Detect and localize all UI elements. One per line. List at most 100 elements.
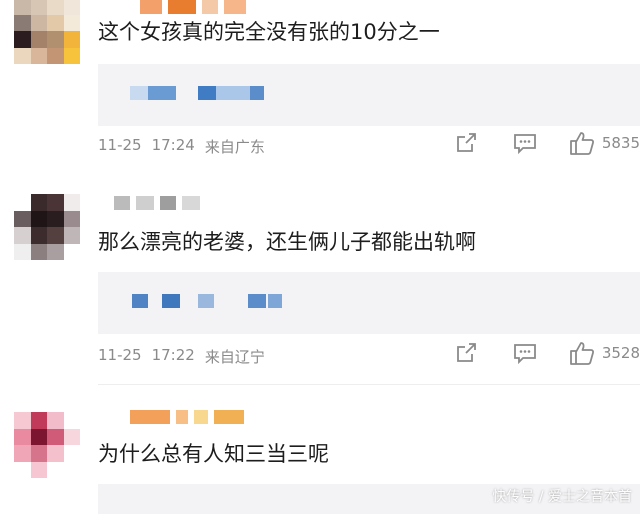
- watermark: 快传号 / 爱士之音本首: [492, 489, 632, 505]
- comment-meta: 11-25 17:22 来自辽宁: [98, 346, 265, 367]
- avatar-pixel: [63, 243, 80, 260]
- avatar-pixel: [14, 243, 31, 260]
- avatar[interactable]: [14, 412, 80, 478]
- avatar-pixel: [63, 47, 80, 64]
- share-icon: [456, 343, 476, 362]
- avatar-pixel: [63, 461, 80, 478]
- nickname-pixel: [168, 0, 196, 14]
- avatar-pixel: [30, 412, 47, 429]
- avatar-pixel: [14, 227, 31, 244]
- avatar-pixel: [63, 31, 80, 48]
- location: 来自辽宁: [204, 348, 265, 366]
- avatar-pixel: [30, 47, 47, 64]
- quoted-reply[interactable]: [98, 272, 640, 334]
- avatar-pixel: [14, 0, 31, 15]
- avatar-pixel: [30, 445, 47, 462]
- comment-text: 这个女孩真的完全没有张的10分之一: [98, 20, 440, 44]
- like-button[interactable]: 5835: [568, 130, 640, 156]
- like-button[interactable]: 3528: [568, 340, 640, 366]
- location: 来自广东: [204, 138, 265, 156]
- nickname-pixel: [182, 196, 200, 210]
- comment-button[interactable]: [512, 131, 538, 155]
- nickname[interactable]: [114, 196, 200, 210]
- time: 17:22: [151, 346, 195, 364]
- avatar-pixel: [14, 210, 31, 227]
- divider: [98, 384, 640, 385]
- avatar-pixel: [63, 210, 80, 227]
- avatar-pixel: [47, 194, 64, 211]
- avatar-pixel: [14, 14, 31, 31]
- nickname-pixel: [194, 410, 208, 424]
- avatar-pixel: [30, 0, 47, 15]
- avatar-pixel: [63, 412, 80, 429]
- avatar[interactable]: [14, 194, 80, 260]
- comment-button[interactable]: [512, 341, 538, 365]
- avatar-pixel: [47, 47, 64, 64]
- avatar-pixel: [63, 445, 80, 462]
- avatar-pixel: [14, 461, 31, 478]
- thumbs-up-icon: [569, 342, 594, 365]
- avatar-pixel: [47, 428, 64, 445]
- nickname-pixel: [114, 196, 130, 210]
- nickname-pixel: [224, 0, 246, 14]
- quoted-reply-pixel: [132, 294, 148, 308]
- comment-icon: [513, 344, 536, 365]
- avatar-pixel: [47, 445, 64, 462]
- avatar-pixel: [63, 428, 80, 445]
- quoted-reply-pixel: [216, 86, 252, 100]
- quoted-reply-pixel: [198, 86, 216, 100]
- comment-icon: [513, 134, 536, 155]
- quoted-reply[interactable]: [98, 64, 640, 126]
- nickname[interactable]: [130, 410, 244, 424]
- avatar-pixel: [47, 210, 64, 227]
- nickname-pixel: [202, 0, 218, 14]
- avatar-pixel: [14, 47, 31, 64]
- nickname-pixel: [136, 196, 154, 210]
- quoted-reply-pixel: [250, 86, 264, 100]
- comment-text: 为什么总有人知三当三呢: [98, 442, 329, 466]
- nickname-pixel: [130, 410, 170, 424]
- comment-actions: 5835: [454, 130, 640, 156]
- nickname-pixel: [176, 410, 188, 424]
- like-count: 5835: [601, 134, 640, 152]
- avatar-pixel: [47, 461, 64, 478]
- thumbs-up-icon: [569, 132, 594, 155]
- nickname-pixel: [214, 410, 244, 424]
- avatar-pixel: [63, 194, 80, 211]
- avatar-pixel: [47, 227, 64, 244]
- share-icon: [456, 133, 476, 152]
- avatar-pixel: [14, 31, 31, 48]
- avatar-pixel: [63, 0, 80, 15]
- quoted-reply-pixel: [248, 294, 266, 308]
- avatar-pixel: [30, 461, 47, 478]
- quoted-reply-pixel: [130, 86, 148, 100]
- avatar-pixel: [30, 194, 47, 211]
- avatar-pixel: [47, 31, 64, 48]
- avatar-pixel: [47, 14, 64, 31]
- avatar-pixel: [30, 14, 47, 31]
- nickname-pixel: [140, 0, 162, 14]
- avatar-pixel: [14, 412, 31, 429]
- avatar-pixel: [47, 0, 64, 15]
- avatar-pixel: [63, 227, 80, 244]
- avatar-pixel: [47, 412, 64, 429]
- date: 11-25: [98, 136, 142, 154]
- avatar-pixel: [30, 428, 47, 445]
- comment-text: 那么漂亮的老婆，还生俩儿子都能出轨啊: [98, 230, 476, 254]
- nickname-pixel: [160, 196, 176, 210]
- share-button[interactable]: [454, 131, 478, 155]
- quoted-reply-pixel: [162, 294, 180, 308]
- quoted-reply-pixel: [268, 294, 282, 308]
- avatar-pixel: [30, 31, 47, 48]
- comment-actions: 3528: [454, 340, 640, 366]
- avatar[interactable]: [14, 0, 80, 64]
- quoted-reply-pixel: [148, 86, 176, 100]
- nickname[interactable]: [140, 0, 246, 14]
- date: 11-25: [98, 346, 142, 364]
- avatar-pixel: [47, 243, 64, 260]
- avatar-pixel: [14, 428, 31, 445]
- share-button[interactable]: [454, 341, 478, 365]
- avatar-pixel: [63, 14, 80, 31]
- quoted-reply-pixel: [198, 294, 214, 308]
- avatar-pixel: [30, 210, 47, 227]
